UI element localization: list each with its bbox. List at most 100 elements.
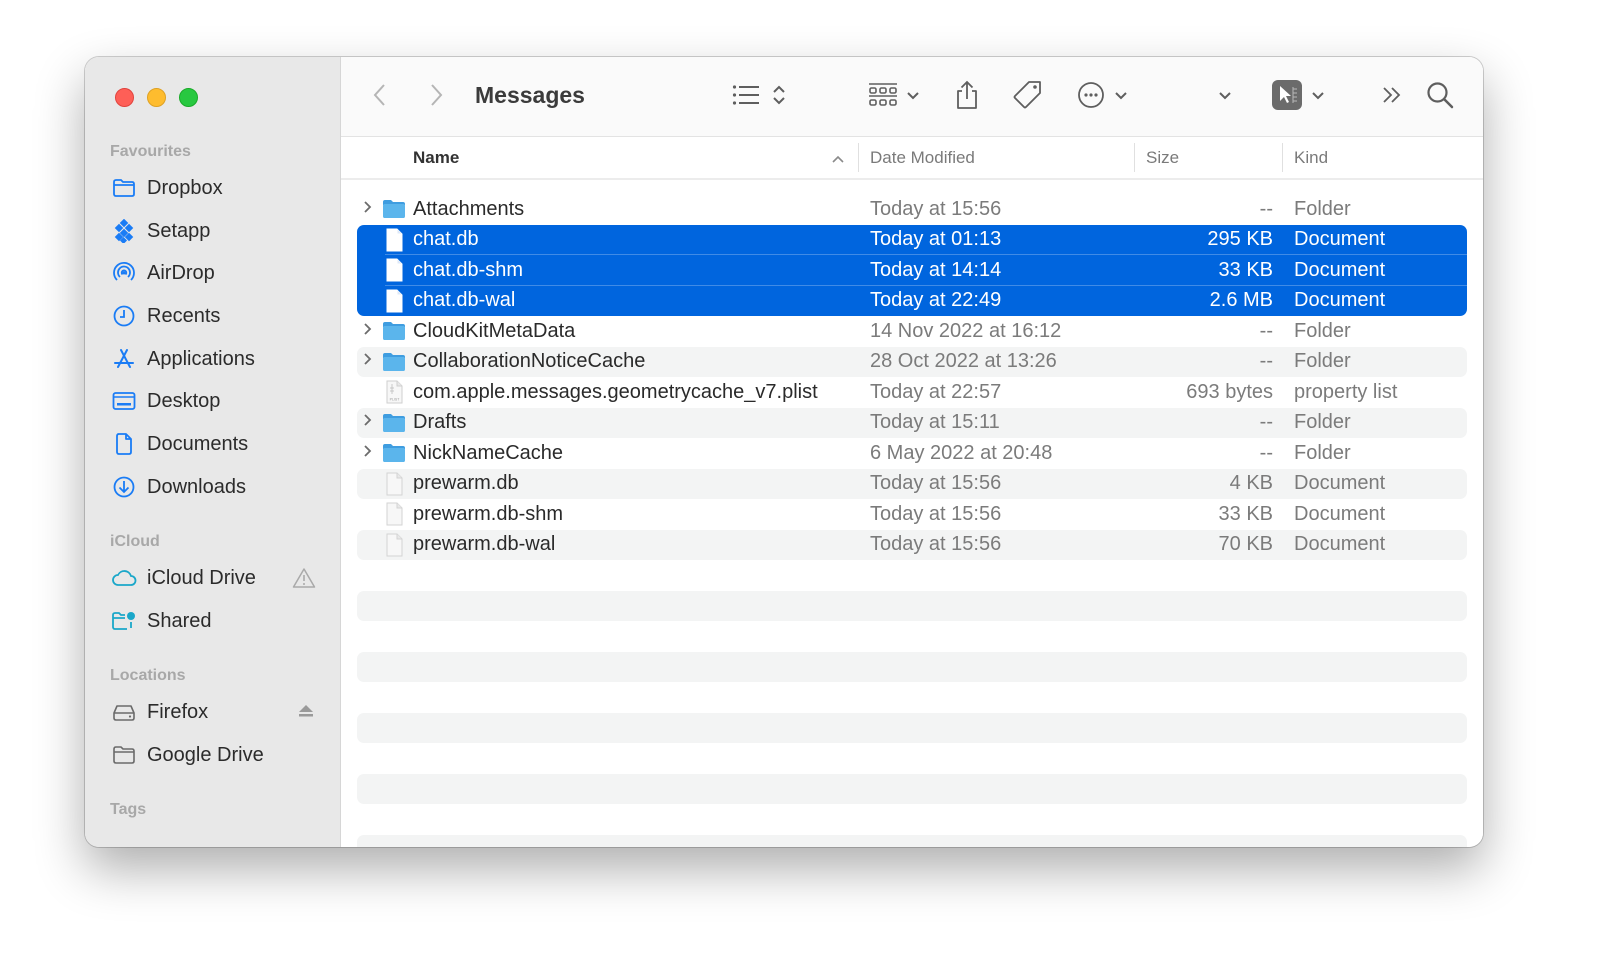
setapp-icon [111, 218, 137, 244]
disclosure-chevron-icon[interactable] [363, 200, 377, 219]
file-row[interactable]: chat.db-shm Today at 14:14 33 KB Document [357, 255, 1467, 286]
empty-row [357, 834, 1467, 847]
sidebar-item-shared[interactable]: Shared [111, 603, 316, 639]
file-name: chat.db [413, 228, 479, 251]
sidebar-item-setapp[interactable]: Setapp [111, 213, 316, 249]
column-header-name[interactable]: Name [413, 137, 459, 178]
app-extension-button[interactable] [1272, 79, 1325, 115]
file-size: 295 KB [1207, 228, 1273, 251]
pointer-app-icon [1272, 79, 1302, 115]
toolbar-dropdown-button[interactable] [1218, 81, 1232, 113]
column-header-date[interactable]: Date Modified [870, 137, 975, 178]
sidebar-item-label: AirDrop [147, 261, 215, 284]
search-button[interactable] [1426, 81, 1454, 113]
disclosure-chevron-icon[interactable] [363, 413, 377, 432]
sidebar-item-firefox[interactable]: Firefox [111, 694, 316, 730]
download-icon [111, 474, 137, 500]
file-size: -- [1259, 350, 1273, 373]
file-kind: Folder [1294, 197, 1351, 220]
file-size: 2.6 MB [1209, 289, 1273, 312]
sidebar-item-google-drive[interactable]: Google Drive [111, 737, 316, 773]
more-actions-button[interactable] [1077, 81, 1128, 113]
eject-icon[interactable] [296, 701, 316, 727]
sidebar-item-label: Downloads [147, 475, 246, 498]
warning-icon[interactable] [292, 567, 316, 595]
file-row[interactable]: PLIST com.apple.messages.geometrycache_v7… [357, 377, 1467, 408]
file-row[interactable]: CloudKitMetaData 14 Nov 2022 at 16:12 -- Fo… [357, 316, 1467, 347]
sidebar-item-documents[interactable]: Documents [111, 426, 316, 462]
file-row[interactable]: CollaborationNoticeCache 28 Oct 2022 at 1… [357, 346, 1467, 377]
sidebar-item-downloads[interactable]: Downloads [111, 469, 316, 505]
file-kind: Document [1294, 289, 1386, 312]
file-date-modified: Today at 15:56 [870, 197, 1002, 220]
window-title: Messages [475, 82, 585, 108]
tag-button[interactable] [1012, 80, 1044, 113]
sidebar-item-airdrop[interactable]: AirDrop [111, 255, 316, 291]
disclosure-chevron-icon[interactable] [363, 352, 377, 371]
file-row[interactable]: Drafts Today at 15:11 -- Folder [357, 407, 1467, 438]
sidebar-item-label: Recents [147, 304, 221, 327]
file-kind: Document [1294, 472, 1386, 495]
file-date-modified: Today at 22:57 [870, 380, 1002, 403]
sidebar-section-icloud: iCloud [110, 533, 160, 550]
minimize-window-button[interactable] [147, 88, 166, 107]
column-header-kind[interactable]: Kind [1294, 137, 1328, 178]
share-button[interactable] [954, 80, 980, 113]
document-file-icon [382, 472, 406, 496]
sort-ascending-icon[interactable] [831, 151, 845, 169]
file-row[interactable]: NickNameCache 6 May 2022 at 20:48 -- Folder [357, 438, 1467, 469]
sidebar-item-applications[interactable]: Applications [111, 341, 316, 377]
forward-button[interactable] [427, 81, 445, 113]
file-size: 693 bytes [1186, 380, 1273, 403]
file-date-modified: 6 May 2022 at 20:48 [870, 441, 1053, 464]
column-header-size[interactable]: Size [1146, 137, 1179, 178]
file-row[interactable]: chat.db Today at 01:13 295 KB Document [357, 224, 1467, 255]
sidebar-section-locations: Locations [110, 667, 186, 684]
disclosure-chevron-icon[interactable] [363, 322, 377, 341]
zoom-window-button[interactable] [179, 88, 198, 107]
search-icon [1426, 81, 1454, 114]
file-size: 33 KB [1218, 258, 1273, 281]
file-row[interactable]: chat.db-wal Today at 22:49 2.6 MB Document [357, 285, 1467, 316]
file-name: prewarm.db-wal [413, 533, 556, 556]
cloud-icon [111, 565, 137, 591]
view-mode-button[interactable] [732, 81, 786, 113]
file-date-modified: Today at 14:14 [870, 258, 1002, 281]
file-date-modified: 28 Oct 2022 at 13:26 [870, 350, 1057, 373]
file-size: 4 KB [1229, 472, 1273, 495]
file-kind: Folder [1294, 350, 1351, 373]
disclosure-chevron-icon[interactable] [363, 444, 377, 463]
file-date-modified: Today at 15:56 [870, 502, 1002, 525]
close-window-button[interactable] [115, 88, 134, 107]
file-row[interactable]: prewarm.db-shm Today at 15:56 33 KB Documen… [357, 499, 1467, 530]
back-button[interactable] [371, 81, 389, 113]
sidebar-item-desktop[interactable]: Desktop [111, 383, 316, 419]
sidebar-item-icloud-drive[interactable]: iCloud Drive [111, 560, 316, 596]
group-button[interactable] [868, 81, 920, 113]
folder-icon [111, 175, 137, 201]
file-kind: Folder [1294, 441, 1351, 464]
document-file-icon [382, 228, 406, 252]
column-separator[interactable] [858, 143, 859, 172]
folder-icon [382, 319, 406, 343]
file-kind: property list [1294, 380, 1398, 403]
airdrop-icon [111, 260, 137, 286]
sidebar-item-dropbox[interactable]: Dropbox [111, 170, 316, 206]
toolbar-overflow-button[interactable] [1381, 81, 1403, 113]
document-file-icon [382, 258, 406, 282]
file-date-modified: 14 Nov 2022 at 16:12 [870, 319, 1062, 342]
file-row[interactable]: Attachments Today at 15:56 -- Folder [357, 194, 1467, 225]
file-row[interactable]: prewarm.db Today at 15:56 4 KB Document [357, 468, 1467, 499]
column-separator[interactable] [1134, 143, 1135, 172]
sidebar-item-recents[interactable]: Recents [111, 298, 316, 334]
column-separator[interactable] [1282, 143, 1283, 172]
chevron-down-icon [1114, 88, 1128, 106]
document-file-icon [382, 289, 406, 313]
chevron-updown-icon [772, 83, 786, 112]
sidebar: Favourites Dropbox Setapp AirDrop Recent… [85, 57, 341, 847]
file-row[interactable]: prewarm.db-wal Today at 15:56 70 KB Documen… [357, 529, 1467, 560]
file-name: Drafts [413, 411, 467, 434]
sidebar-item-label: Desktop [147, 389, 221, 412]
forward-icon [427, 81, 445, 114]
file-kind: Folder [1294, 411, 1351, 434]
